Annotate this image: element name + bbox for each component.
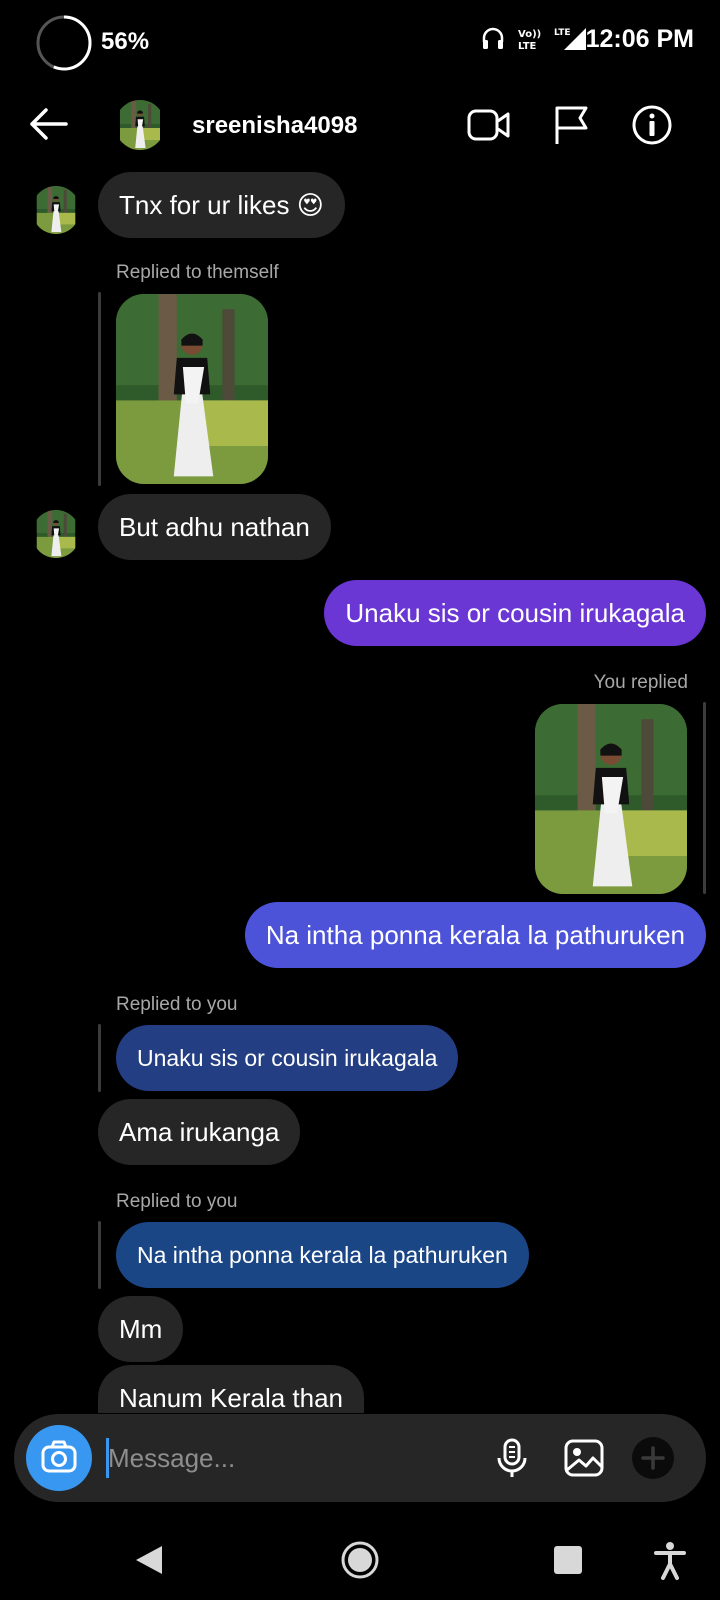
flag-icon[interactable] <box>550 104 594 146</box>
system-navigation-bar <box>0 1520 720 1600</box>
chat-header: sreenisha4098 <box>0 90 720 160</box>
reply-label: Replied to themself <box>116 262 279 283</box>
incoming-message[interactable]: Ama irukanga <box>98 1099 301 1165</box>
quoted-message[interactable]: Na intha ponna kerala la pathuruken <box>116 1222 529 1288</box>
status-icons: Vo)) LTE LTE <box>480 24 588 54</box>
nav-recents-icon[interactable] <box>546 1538 590 1582</box>
reply-indicator <box>98 1221 101 1289</box>
outgoing-message[interactable]: Na intha ponna kerala la pathuruken <box>244 902 706 968</box>
battery-ring-icon <box>36 15 92 71</box>
video-call-icon[interactable] <box>467 104 511 146</box>
clock: 12:06 PM <box>585 25 694 53</box>
incoming-message[interactable]: Nanum Kerala than <box>98 1365 365 1413</box>
nav-home-icon[interactable] <box>338 1538 382 1582</box>
reply-indicator <box>703 702 706 894</box>
camera-button[interactable] <box>26 1425 92 1491</box>
signal-icon: LTE <box>554 28 586 50</box>
shared-photo[interactable] <box>535 704 687 894</box>
avatar[interactable] <box>115 100 165 150</box>
more-options-button[interactable] <box>632 1437 674 1479</box>
headphones-icon <box>482 27 504 49</box>
back-arrow-icon[interactable] <box>26 104 72 144</box>
message-input[interactable] <box>108 1436 468 1480</box>
outgoing-message[interactable]: Unaku sis or cousin irukagala <box>324 580 706 646</box>
shared-photo[interactable] <box>116 294 268 484</box>
battery-percentage: 56% <box>101 28 150 55</box>
accessibility-icon[interactable] <box>648 1538 692 1582</box>
reply-label: Replied to you <box>116 994 238 1015</box>
svg-text:LTE: LTE <box>518 41 537 52</box>
status-bar: 56% Vo)) LTE LTE 12:06 PM <box>0 0 720 80</box>
avatar[interactable] <box>32 186 80 234</box>
incoming-message[interactable]: Mm <box>98 1296 184 1362</box>
reply-indicator <box>98 1024 101 1092</box>
message-composer <box>14 1414 706 1502</box>
reply-label: Replied to you <box>116 1191 238 1212</box>
svg-text:Vo)): Vo)) <box>518 29 541 40</box>
avatar[interactable] <box>32 510 80 558</box>
microphone-icon[interactable] <box>490 1436 534 1480</box>
plus-icon <box>641 1446 665 1470</box>
camera-icon <box>41 1440 77 1473</box>
reply-label: You replied <box>593 672 688 693</box>
volte-icon: Vo)) LTE <box>518 29 541 52</box>
incoming-message[interactable]: But adhu nathan <box>98 494 331 560</box>
svg-text:LTE: LTE <box>554 28 571 38</box>
gallery-icon[interactable] <box>562 1436 606 1480</box>
quoted-message[interactable]: Unaku sis or cousin irukagala <box>116 1025 459 1091</box>
chat-username[interactable]: sreenisha4098 <box>192 112 357 140</box>
nav-back-icon[interactable] <box>128 1538 172 1582</box>
reply-indicator <box>98 292 101 486</box>
info-icon[interactable] <box>630 104 674 146</box>
incoming-message[interactable]: Tnx for ur likes 😍 <box>98 172 345 238</box>
